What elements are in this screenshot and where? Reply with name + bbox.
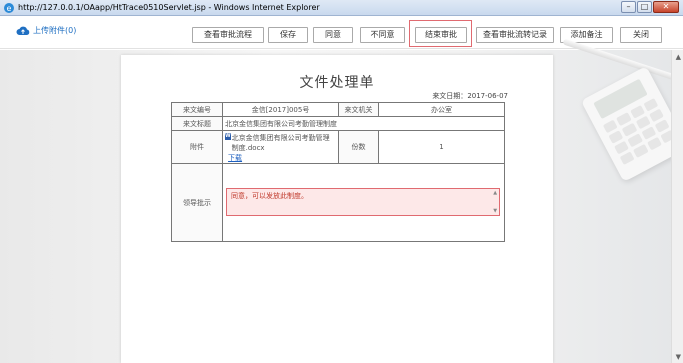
textarea-scroll-down-icon[interactable]: ▼	[493, 208, 497, 214]
doc-number-value: 金信[2017]005号	[222, 102, 340, 117]
window-controls: – □ ✕	[620, 1, 679, 13]
view-approval-history-button[interactable]: 查看审批流转记录	[476, 27, 554, 43]
approve-button[interactable]: 同意	[313, 27, 353, 43]
instruction-text: 同意，可以发放此制度。	[231, 192, 309, 200]
copies-value: 1	[378, 130, 505, 164]
issuer-label: 来文机关	[338, 102, 379, 117]
word-document-icon: W	[225, 133, 231, 140]
end-approval-highlight	[409, 20, 472, 47]
document-form-table: 来文编号 金信[2017]005号 来文机关 办公室 来文标题 北京金信集团有限…	[170, 102, 505, 242]
copies-label: 份数	[338, 130, 379, 164]
scroll-up-arrow-icon[interactable]: ▲	[676, 53, 681, 61]
download-link[interactable]: 下载	[228, 154, 242, 162]
close-button[interactable]: 关闭	[620, 27, 662, 43]
instruction-label: 领导批示	[170, 163, 224, 242]
upload-attachment-label: 上传附件(0)	[33, 26, 77, 35]
scroll-down-arrow-icon[interactable]: ▼	[676, 353, 681, 361]
window-title: http://127.0.0.1/OAapp/HtTrace0510Servle…	[18, 3, 320, 12]
upload-attachment-link[interactable]: 上传附件(0)	[16, 25, 76, 36]
table-row: 附件 W 北京金信集团有限公司考勤管理制度.docx 下载 份数 1	[170, 130, 505, 164]
save-button[interactable]: 保存	[268, 27, 308, 43]
attachment-filename: 北京金信集团有限公司考勤管理制度.docx	[231, 134, 330, 152]
page-scrollbar[interactable]	[671, 50, 683, 363]
close-window-button[interactable]: ✕	[653, 1, 679, 13]
document-title: 文件处理单	[299, 75, 375, 91]
issuer-value: 办公室	[378, 102, 505, 117]
document-date: 来文日期：2017-06-07	[432, 91, 508, 101]
instruction-cell: 同意，可以发放此制度。 ▲ ▼	[222, 163, 505, 242]
date-value: 2017-06-07	[467, 92, 508, 100]
document-paper: 文件处理单 来文日期：2017-06-07 来文编号 金信[2017]005号 …	[121, 55, 553, 363]
doc-number-label: 来文编号	[170, 102, 224, 117]
reject-button[interactable]: 不同意	[360, 27, 405, 43]
minimize-button[interactable]: –	[621, 1, 636, 13]
svg-text:e: e	[7, 4, 12, 13]
cloud-upload-icon	[16, 26, 30, 35]
table-row: 领导批示 同意，可以发放此制度。 ▲ ▼	[170, 163, 505, 242]
subject-label: 来文标题	[170, 116, 224, 131]
date-label: 来文日期：	[432, 92, 468, 100]
table-row: 来文编号 金信[2017]005号 来文机关 办公室	[170, 102, 505, 117]
view-approval-flow-button[interactable]: 查看审批流程	[192, 27, 264, 43]
textarea-scroll-up-icon[interactable]: ▲	[493, 190, 497, 196]
attachment-label: 附件	[170, 130, 224, 164]
attachment-cell: W 北京金信集团有限公司考勤管理制度.docx 下载	[222, 130, 340, 164]
ie-icon: e	[4, 2, 14, 13]
subject-value: 北京金信集团有限公司考勤管理制度	[222, 116, 505, 131]
maximize-button[interactable]: □	[637, 1, 652, 13]
attachment-file[interactable]: W 北京金信集团有限公司考勤管理制度.docx	[225, 133, 336, 153]
table-row: 来文标题 北京金信集团有限公司考勤管理制度	[170, 116, 505, 131]
leader-instruction-textarea[interactable]: 同意，可以发放此制度。 ▲ ▼	[226, 188, 501, 216]
window-title-bar: e http://127.0.0.1/OAapp/HtTrace0510Serv…	[0, 0, 683, 16]
